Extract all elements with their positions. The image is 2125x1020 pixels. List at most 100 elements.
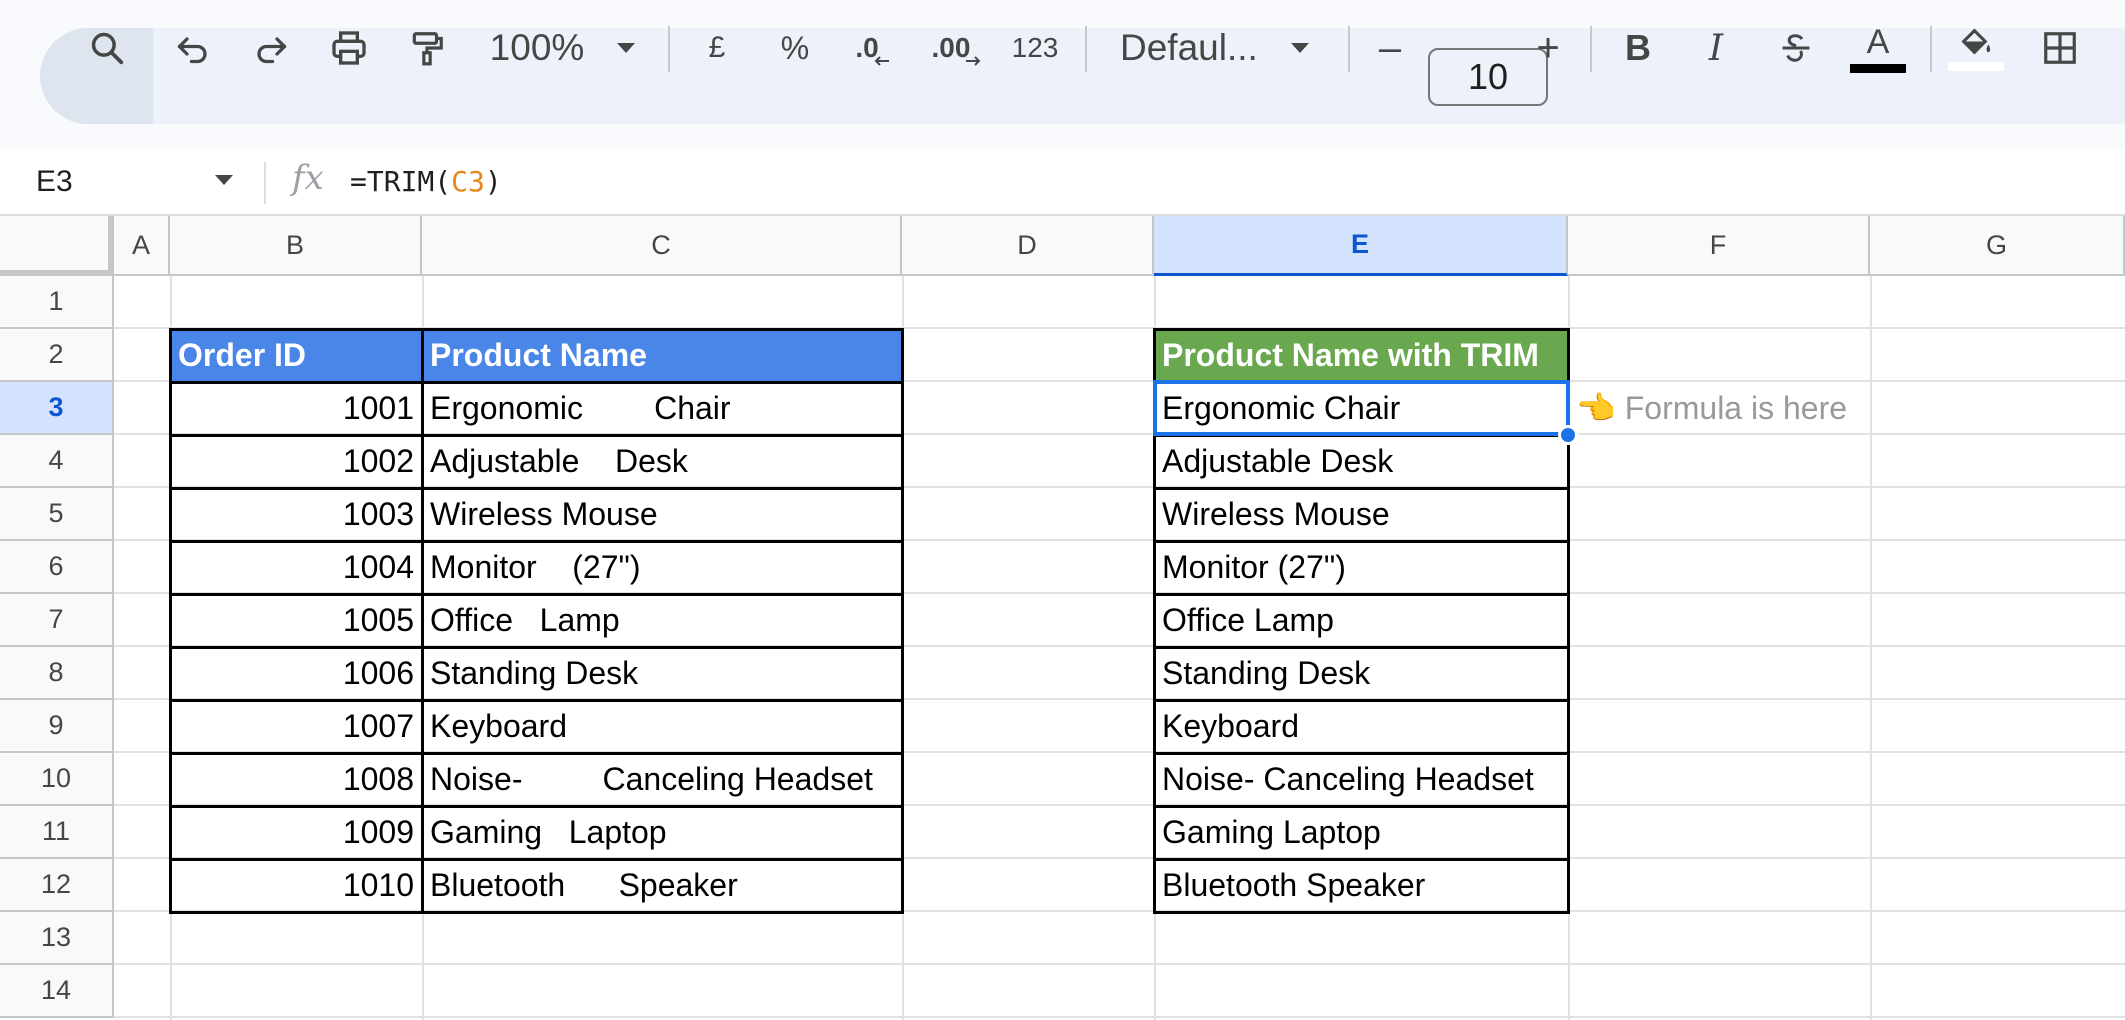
cell-c6[interactable]: Monitor (27")	[422, 541, 902, 594]
currency-format-button[interactable]: £	[700, 0, 734, 96]
cell-b6[interactable]: 1004	[170, 541, 422, 594]
grid-line	[114, 1016, 2125, 1018]
fill-handle[interactable]	[1558, 425, 1578, 445]
name-box-dropdown-icon[interactable]	[214, 174, 234, 186]
cell-c9[interactable]: Keyboard	[422, 700, 902, 753]
cell-b5[interactable]: 1003	[170, 488, 422, 541]
column-header-c[interactable]: C	[422, 216, 902, 276]
table-row-line	[1154, 646, 1569, 649]
cell-b8[interactable]: 1006	[170, 647, 422, 700]
redo-icon[interactable]	[246, 0, 296, 96]
search-icon[interactable]	[82, 0, 132, 96]
decrease-decimal-button[interactable]: .0	[848, 0, 898, 96]
percent-format-button[interactable]: %	[774, 0, 816, 96]
table-row-line	[1154, 434, 1569, 437]
strikethrough-icon[interactable]	[1774, 0, 1818, 96]
table-row-line	[1154, 381, 1569, 384]
bold-button[interactable]: B	[1620, 0, 1656, 96]
table-row-line	[1154, 540, 1569, 543]
cell-c12[interactable]: Bluetooth Speaker	[422, 859, 902, 912]
cell-b3[interactable]: 1001	[170, 382, 422, 435]
italic-button[interactable]: I	[1698, 0, 1734, 96]
cell-e12[interactable]: Bluetooth Speaker	[1154, 859, 1568, 912]
row-header-13[interactable]: 13	[0, 912, 114, 965]
row-header-14[interactable]: 14	[0, 965, 114, 1018]
row-header-8[interactable]: 8	[0, 647, 114, 700]
row-header-1[interactable]: 1	[0, 276, 114, 329]
table-row-line	[1154, 699, 1569, 702]
column-header-a[interactable]: A	[114, 216, 170, 276]
fx-icon: fx	[292, 158, 324, 198]
cell-e11[interactable]: Gaming Laptop	[1154, 806, 1568, 859]
row-header-3[interactable]: 3	[0, 382, 114, 435]
number-format-button[interactable]: 123	[1006, 0, 1064, 96]
column-header-b[interactable]: B	[170, 216, 422, 276]
cell-c7[interactable]: Office Lamp	[422, 594, 902, 647]
row-header-6[interactable]: 6	[0, 541, 114, 594]
row-header-11[interactable]: 11	[0, 806, 114, 859]
cell-e2[interactable]: Product Name with TRIM	[1154, 329, 1568, 382]
table-row-line	[170, 699, 903, 702]
increase-decimal-button[interactable]: .00	[928, 0, 986, 96]
toolbar-area: 100% £ % .0 .00 123 Defaul... – 10 + B I…	[0, 0, 2125, 148]
cell-e4[interactable]: Adjustable Desk	[1154, 435, 1568, 488]
table-row-line	[170, 752, 903, 755]
paint-format-icon[interactable]	[402, 0, 452, 96]
select-all-corner[interactable]	[0, 216, 114, 276]
decrease-font-size-button[interactable]: –	[1372, 0, 1408, 96]
zoom-value[interactable]: 100%	[484, 0, 590, 96]
row-header-12[interactable]: 12	[0, 859, 114, 912]
table-row-line	[170, 434, 903, 437]
undo-icon[interactable]	[168, 0, 218, 96]
cell-b2[interactable]: Order ID	[170, 329, 422, 382]
fill-color-swatch	[1948, 61, 2004, 71]
spreadsheet-grid[interactable]: A B C D E F G 1 2 3 4 5 6 7 8 9 10 11 12 13 14 Order ID Produc…	[0, 216, 2125, 1020]
row-header-7[interactable]: 7	[0, 594, 114, 647]
text-color-swatch	[1850, 63, 1906, 73]
cell-e7[interactable]: Office Lamp	[1154, 594, 1568, 647]
cell-e10[interactable]: Noise- Canceling Headset	[1154, 753, 1568, 806]
cell-c4[interactable]: Adjustable Desk	[422, 435, 902, 488]
cell-c5[interactable]: Wireless Mouse	[422, 488, 902, 541]
table-column-line	[421, 328, 424, 914]
font-family-select[interactable]: Defaul...	[1120, 0, 1260, 96]
pointing-hand-icon: 👈	[1576, 390, 1625, 426]
row-header-5[interactable]: 5	[0, 488, 114, 541]
cell-b10[interactable]: 1008	[170, 753, 422, 806]
row-header-4[interactable]: 4	[0, 435, 114, 488]
font-dropdown-icon[interactable]	[1286, 0, 1314, 96]
column-header-d[interactable]: D	[902, 216, 1154, 276]
cell-e6[interactable]: Monitor (27")	[1154, 541, 1568, 594]
formula-bar: E3 fx =TRIM(C3)	[0, 148, 2125, 216]
text-color-button[interactable]: A	[1848, 0, 1908, 96]
borders-icon[interactable]	[2036, 0, 2084, 96]
column-header-f[interactable]: F	[1568, 216, 1870, 276]
print-icon[interactable]	[324, 0, 374, 96]
cell-b12[interactable]: 1010	[170, 859, 422, 912]
cell-e8[interactable]: Standing Desk	[1154, 647, 1568, 700]
cell-b9[interactable]: 1007	[170, 700, 422, 753]
row-header-9[interactable]: 9	[0, 700, 114, 753]
cell-c2[interactable]: Product Name	[422, 329, 902, 382]
fill-color-icon[interactable]	[1948, 0, 2004, 96]
column-header-e[interactable]: E	[1154, 216, 1568, 276]
row-header-10[interactable]: 10	[0, 753, 114, 806]
cell-c11[interactable]: Gaming Laptop	[422, 806, 902, 859]
cell-b7[interactable]: 1005	[170, 594, 422, 647]
cell-c10[interactable]: Noise- Canceling Headset	[422, 753, 902, 806]
row-header-2[interactable]: 2	[0, 329, 114, 382]
column-header-g[interactable]: G	[1870, 216, 2125, 276]
zoom-dropdown-icon[interactable]	[612, 0, 640, 96]
formula-input[interactable]: =TRIM(C3)	[350, 162, 502, 202]
cell-b4[interactable]: 1002	[170, 435, 422, 488]
cell-c3[interactable]: Ergonomic Chair	[422, 382, 902, 435]
cell-e5[interactable]: Wireless Mouse	[1154, 488, 1568, 541]
cell-b11[interactable]: 1009	[170, 806, 422, 859]
cell-c8[interactable]: Standing Desk	[422, 647, 902, 700]
name-box[interactable]: E3	[36, 160, 236, 204]
cell-e9[interactable]: Keyboard	[1154, 700, 1568, 753]
note-text: Formula is here	[1624, 390, 1848, 426]
table-row-line	[170, 593, 903, 596]
cell-e3[interactable]: Ergonomic Chair	[1154, 382, 1568, 435]
increase-font-size-button[interactable]: +	[1530, 0, 1566, 96]
